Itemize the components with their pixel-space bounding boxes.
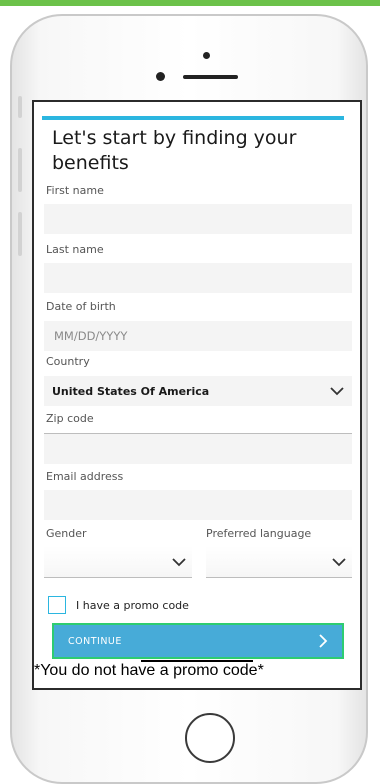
phone-mute-switch [18,96,22,118]
top-accent-bar [0,0,380,6]
phone-volume-down [18,212,22,256]
earpiece-speaker [183,75,238,79]
front-camera [203,52,210,59]
page-title: Let's start by finding your benefits [52,127,297,174]
last-name-label: Last name [46,243,104,256]
promo-annotation: *You do not have a promo code* [34,662,264,679]
country-label: Country [46,355,90,368]
preferred-language-select[interactable] [206,546,352,578]
home-button[interactable] [185,713,235,763]
preferred-language-label: Preferred language [206,527,312,540]
zip-code-input-area[interactable] [44,434,352,464]
gender-select[interactable] [44,546,192,578]
country-select[interactable]: United States Of America [44,376,352,406]
email-field[interactable] [44,490,352,520]
chevron-down-icon [172,557,186,566]
zip-code-field[interactable] [44,404,352,434]
date-of-birth-field[interactable] [44,321,352,351]
continue-button[interactable]: CONTINUE [52,623,344,659]
proximity-sensor [156,72,165,81]
email-address-label: Email address [46,470,124,483]
continue-button-label: CONTINUE [68,635,122,647]
first-name-label: First name [46,184,104,197]
chevron-down-icon [330,387,344,396]
progress-bar [42,116,344,120]
last-name-field[interactable] [44,263,352,293]
promo-code-checkbox-label: I have a promo code [76,599,189,612]
promo-code-checkbox[interactable] [48,596,66,614]
country-select-value: United States Of America [52,384,210,398]
chevron-right-icon [319,634,328,648]
gender-label: Gender [46,527,87,540]
first-name-field[interactable] [44,204,352,234]
phone-volume-up [18,148,22,192]
chevron-down-icon [332,557,346,566]
phone-screen: Let's start by finding your benefits Fir… [32,100,362,690]
date-of-birth-label: Date of birth [46,300,116,313]
